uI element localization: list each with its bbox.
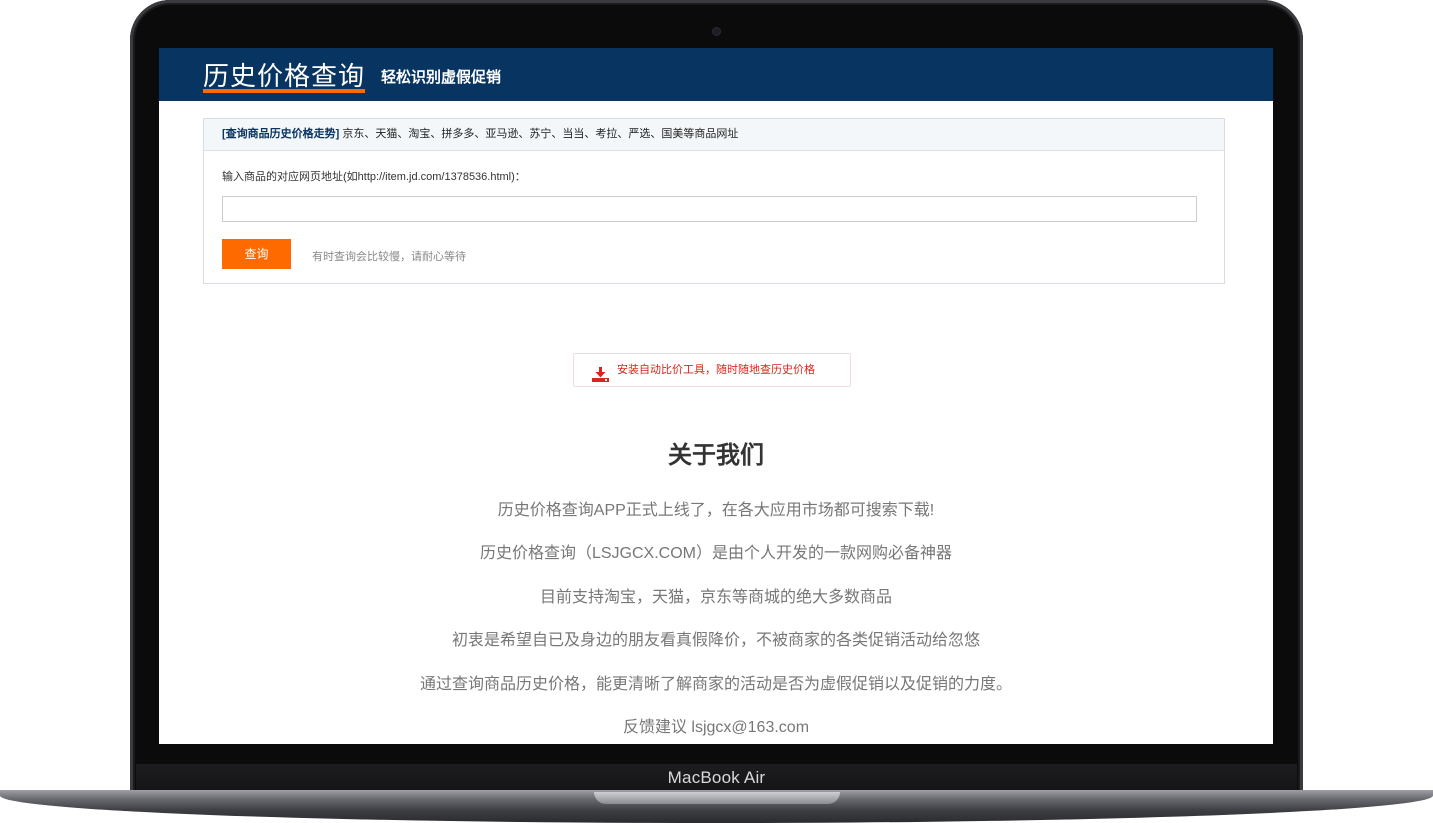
browser-screen: 历史价格查询 轻松识别虚假促销 [查询商品历史价格走势] 京东、天猫、淘宝、拼多… xyxy=(159,48,1273,744)
download-icon xyxy=(592,363,609,395)
search-panel: [查询商品历史价格走势] 京东、天猫、淘宝、拼多多、亚马逊、苏宁、当当、考拉、严… xyxy=(203,118,1225,284)
laptop-notch xyxy=(594,792,840,804)
feedback-email: 反馈建议 lsjgcx@163.com xyxy=(622,719,810,736)
install-tool-label: 安装自动比价工具，随时随地查历史价格 xyxy=(617,364,815,376)
url-input[interactable] xyxy=(222,196,1197,222)
search-panel-header: [查询商品历史价格走势] 京东、天猫、淘宝、拼多多、亚马逊、苏宁、当当、考拉、严… xyxy=(204,119,1224,151)
device-label: MacBook Air xyxy=(667,768,766,787)
about-line: 目前支持淘宝，天猫，京东等商城的绝大多数商品 xyxy=(539,589,892,606)
about-line: 历史价格查询APP正式上线了，在各大应用市场都可搜索下载! xyxy=(497,502,935,519)
site-tagline: 轻松识别虚假促销 xyxy=(381,69,502,86)
panel-header-title: [查询商品历史价格走势] xyxy=(222,128,340,140)
about-line: 历史价格查询（LSJGCX.COM）是由个人开发的一款网购必备神器 xyxy=(479,545,953,562)
query-button[interactable]: 查询 xyxy=(222,239,291,269)
about-line: 初衷是希望自已及身边的朋友看真假降价，不被商家的各类促销活动给忽悠 xyxy=(451,632,980,649)
site-header: 历史价格查询 轻松识别虚假促销 xyxy=(159,48,1273,101)
logo-underline xyxy=(203,89,365,93)
query-hint: 有时查询会比较慢，请耐心等待 xyxy=(312,251,466,263)
panel-header-sites: 京东、天猫、淘宝、拼多多、亚马逊、苏宁、当当、考拉、严选、国美等商品网址 xyxy=(339,128,739,140)
about-title: 关于我们 xyxy=(668,442,764,469)
about-line: 通过查询商品历史价格，能更清晰了解商家的活动是否为虚假促销以及促销的力度。 xyxy=(419,676,1012,693)
install-tool-button[interactable]: 安装自动比价工具，随时随地查历史价格 xyxy=(573,353,851,387)
url-input-label: 输入商品的对应网页地址(如http://item.jd.com/1378536.… xyxy=(222,171,526,183)
camera-icon xyxy=(713,28,720,35)
